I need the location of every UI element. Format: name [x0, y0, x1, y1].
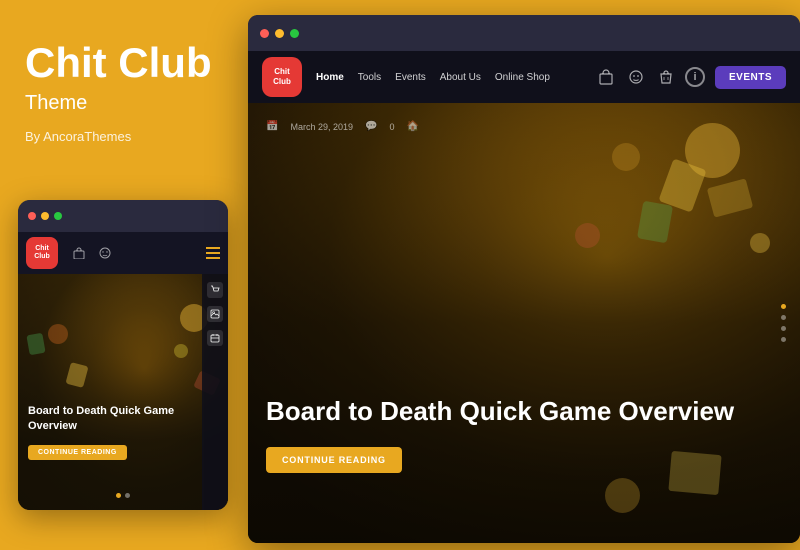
nav-tools[interactable]: Tools	[358, 72, 381, 83]
events-button[interactable]: EVENTS	[715, 66, 786, 89]
mobile-nav: ChitClub	[18, 232, 228, 274]
shop-icon[interactable]	[70, 244, 88, 262]
info-icon[interactable]: i	[685, 67, 705, 87]
nav-shop[interactable]: Online Shop	[495, 72, 550, 83]
mobile-hero-overlay: Board to Death Quick Game Overview CONTI…	[28, 404, 193, 460]
mobile-content: ChitClub	[18, 232, 228, 510]
hamburger-menu[interactable]	[206, 247, 220, 259]
mobile-dot-green	[54, 212, 62, 220]
desktop-hero-image: 📅 March 29, 2019 💬 0 🏠 Board to Death Qu…	[248, 103, 800, 543]
mobile-nav-icons	[70, 244, 114, 262]
comment-icon: 💬	[365, 121, 377, 132]
app-subtitle: Theme	[25, 92, 220, 115]
nav-about[interactable]: About Us	[440, 72, 481, 83]
mobile-continue-button[interactable]: CONTINUE READING	[28, 445, 127, 460]
nav-home[interactable]: Home	[316, 72, 344, 83]
app-title: Chit Club	[25, 40, 220, 86]
desktop-logo: ChitClub	[262, 57, 302, 97]
desktop-slider-dots	[781, 304, 786, 342]
mobile-dot-yellow	[41, 212, 49, 220]
desktop-dot-red	[260, 29, 269, 38]
sidebar-image-icon[interactable]	[207, 306, 223, 322]
desktop-right-nav-icons: i	[595, 66, 705, 88]
desktop-dot-green	[290, 29, 299, 38]
home-icon: 🏠	[406, 121, 418, 132]
desktop-dot-yellow	[275, 29, 284, 38]
mobile-slider-dots	[116, 493, 130, 498]
sidebar-cart-icon[interactable]	[207, 282, 223, 298]
slider-dot-3[interactable]	[781, 326, 786, 331]
shop-icon[interactable]	[595, 66, 617, 88]
nav-events[interactable]: Events	[395, 72, 426, 83]
app-byline: By AncoraThemes	[25, 129, 220, 144]
slider-dot-4[interactable]	[781, 337, 786, 342]
date-icon: 📅	[266, 121, 278, 132]
hero-content: Board to Death Quick Game Overview CONTI…	[266, 396, 740, 473]
desktop-continue-button[interactable]: CONTINUE READING	[266, 447, 402, 473]
hero-meta: 📅 March 29, 2019 💬 0 🏠	[266, 121, 419, 132]
face-icon[interactable]	[625, 66, 647, 88]
desktop-top-bar	[248, 15, 800, 51]
desktop-mockup: ChitClub Home Tools Events About Us Onli…	[248, 15, 800, 543]
slider-dot-2[interactable]	[781, 315, 786, 320]
mobile-dot-red	[28, 212, 36, 220]
dot-2	[125, 493, 130, 498]
mobile-logo-text: ChitClub	[34, 245, 50, 260]
desktop-nav: ChitClub Home Tools Events About Us Onli…	[248, 51, 800, 103]
mobile-sidebar-icons	[202, 274, 228, 510]
hamburger-line-3	[206, 257, 220, 259]
hamburger-line-2	[206, 252, 220, 254]
comment-count: 0	[389, 122, 394, 132]
face-icon[interactable]	[96, 244, 114, 262]
mobile-hero-title: Board to Death Quick Game Overview	[28, 404, 193, 433]
slider-dot-1[interactable]	[781, 304, 786, 309]
bag-icon[interactable]	[655, 66, 677, 88]
mobile-logo: ChitClub	[26, 237, 58, 269]
hamburger-line-1	[206, 247, 220, 249]
mobile-top-bar	[18, 200, 228, 232]
sidebar-calendar-icon[interactable]	[207, 330, 223, 346]
dot-1	[116, 493, 121, 498]
mobile-mockup: ChitClub	[18, 200, 228, 510]
desktop-logo-text: ChitClub	[273, 67, 291, 86]
desktop-nav-links: Home Tools Events About Us Online Shop	[316, 72, 550, 83]
desktop-hero-title: Board to Death Quick Game Overview	[266, 396, 740, 427]
mobile-hero-image	[18, 274, 228, 510]
hero-date: March 29, 2019	[290, 122, 353, 132]
